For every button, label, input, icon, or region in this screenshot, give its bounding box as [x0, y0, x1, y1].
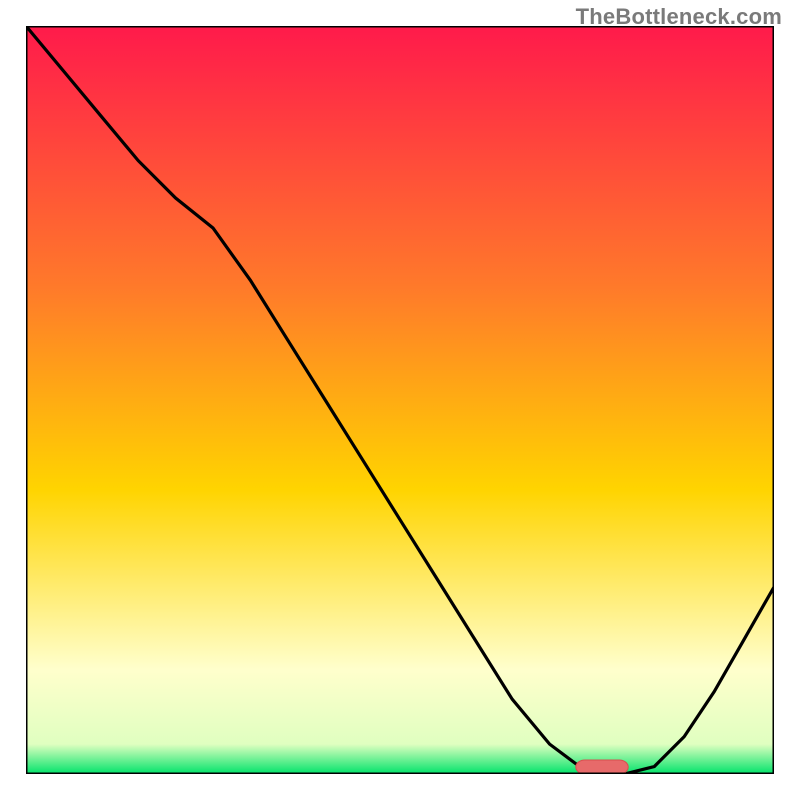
gradient-background: [26, 26, 774, 774]
plot-area: [26, 26, 774, 774]
optimum-marker: [576, 760, 628, 774]
chart-svg: [26, 26, 774, 774]
chart-container: { "watermark": "TheBottleneck.com", "col…: [0, 0, 800, 800]
watermark-text: TheBottleneck.com: [576, 4, 782, 30]
